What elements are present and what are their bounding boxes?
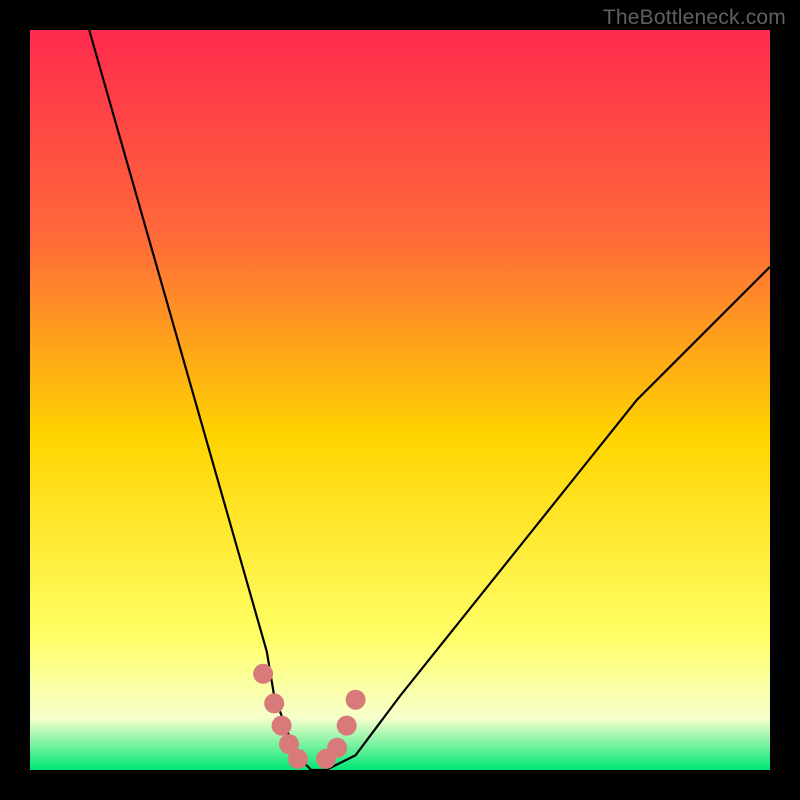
marker-dot: [253, 664, 273, 684]
marker-dot: [337, 716, 357, 736]
marker-dot: [264, 693, 284, 713]
marker-dot: [272, 716, 292, 736]
marker-dot: [288, 749, 308, 769]
marker-dot: [327, 738, 347, 758]
chart-background: [30, 30, 770, 770]
plot-area: [30, 30, 770, 770]
watermark-text: TheBottleneck.com: [603, 6, 786, 30]
marker-dot: [346, 690, 366, 710]
chart-frame: TheBottleneck.com: [0, 0, 800, 800]
chart-svg: [30, 30, 770, 770]
